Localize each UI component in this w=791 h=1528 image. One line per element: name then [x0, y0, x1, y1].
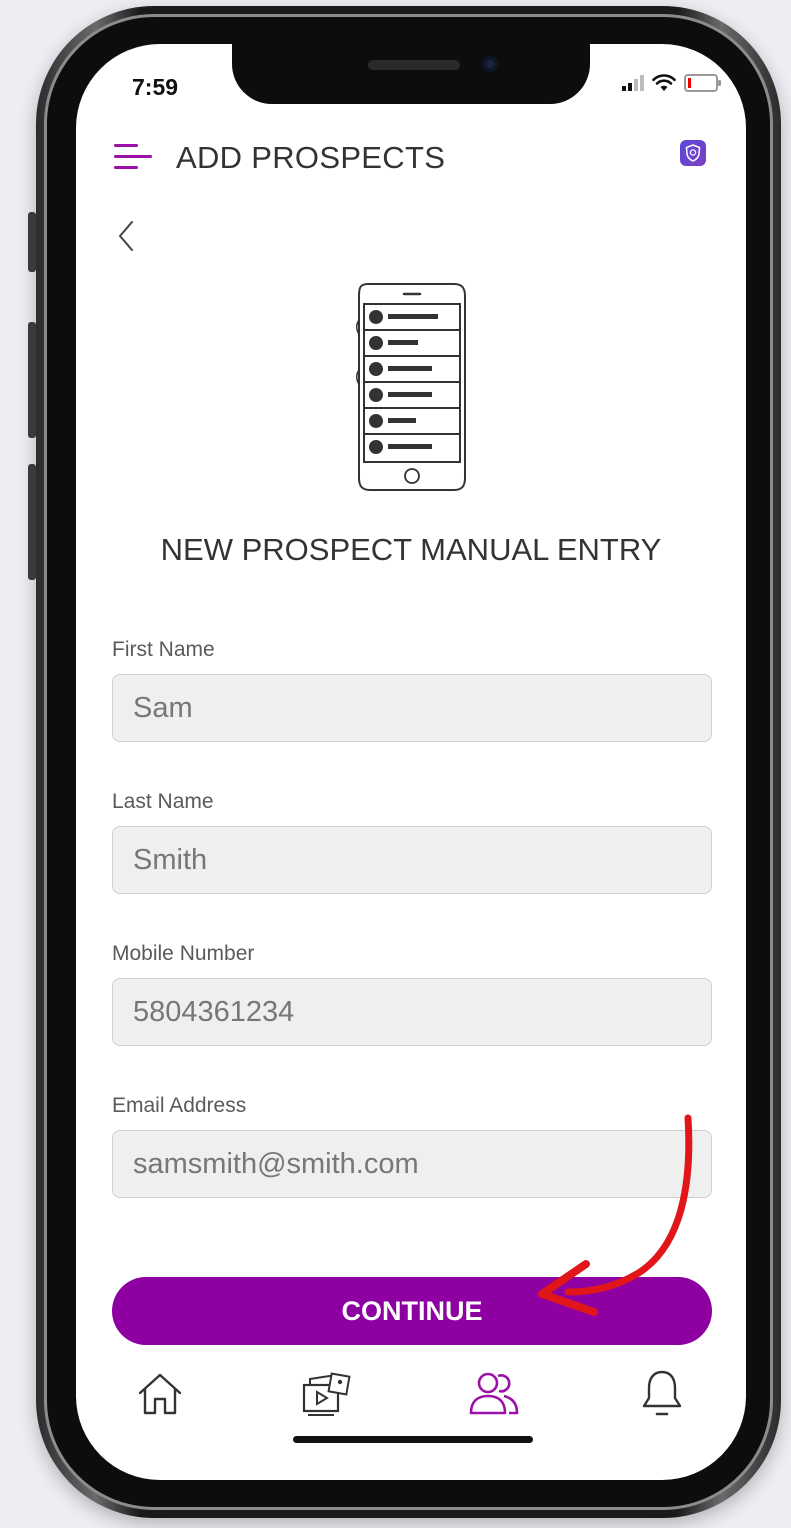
email-address-label: Email Address — [112, 1094, 247, 1117]
phone-contact-list-illustration — [356, 283, 466, 491]
signal-icon — [622, 75, 644, 91]
annotation-arrow — [538, 1114, 693, 1316]
wifi-icon — [652, 74, 676, 91]
last-name-label: Last Name — [112, 790, 214, 813]
silent-switch — [28, 212, 36, 272]
nav-home[interactable] — [130, 1364, 190, 1424]
mobile-number-field[interactable]: 5804361234 — [112, 978, 712, 1046]
nav-prospects[interactable] — [464, 1364, 524, 1424]
hamburger-menu-icon[interactable] — [114, 144, 154, 174]
home-indicator[interactable] — [293, 1436, 533, 1443]
front-camera — [482, 56, 498, 72]
nav-media[interactable] — [296, 1364, 356, 1424]
battery-icon — [684, 74, 721, 92]
top-bar: ADD PROSPECTS — [114, 140, 714, 180]
notch — [232, 44, 590, 104]
home-icon — [138, 1373, 182, 1415]
prospects-icon — [469, 1372, 519, 1415]
phone-screen: 7:59 ADD PROSPECTS NEW PROSPECT MANUAL E… — [76, 44, 746, 1480]
last-name-field[interactable]: Smith — [112, 826, 712, 894]
first-name-label: First Name — [112, 638, 215, 661]
volume-down-button — [28, 464, 36, 580]
status-icons — [622, 74, 721, 92]
media-library-icon — [302, 1372, 351, 1416]
volume-up-button — [28, 322, 36, 438]
first-name-field[interactable]: Sam — [112, 674, 712, 742]
status-time: 7:59 — [132, 74, 179, 100]
shield-app-icon[interactable] — [680, 140, 706, 166]
nav-notifications[interactable] — [632, 1364, 692, 1424]
back-chevron-icon[interactable] — [114, 216, 138, 256]
bell-icon — [642, 1370, 682, 1416]
page-title: ADD PROSPECTS — [176, 140, 446, 175]
mobile-number-label: Mobile Number — [112, 942, 255, 965]
form-heading: NEW PROSPECT MANUAL ENTRY — [160, 532, 662, 567]
speaker — [368, 60, 460, 70]
bottom-nav — [76, 1364, 746, 1444]
